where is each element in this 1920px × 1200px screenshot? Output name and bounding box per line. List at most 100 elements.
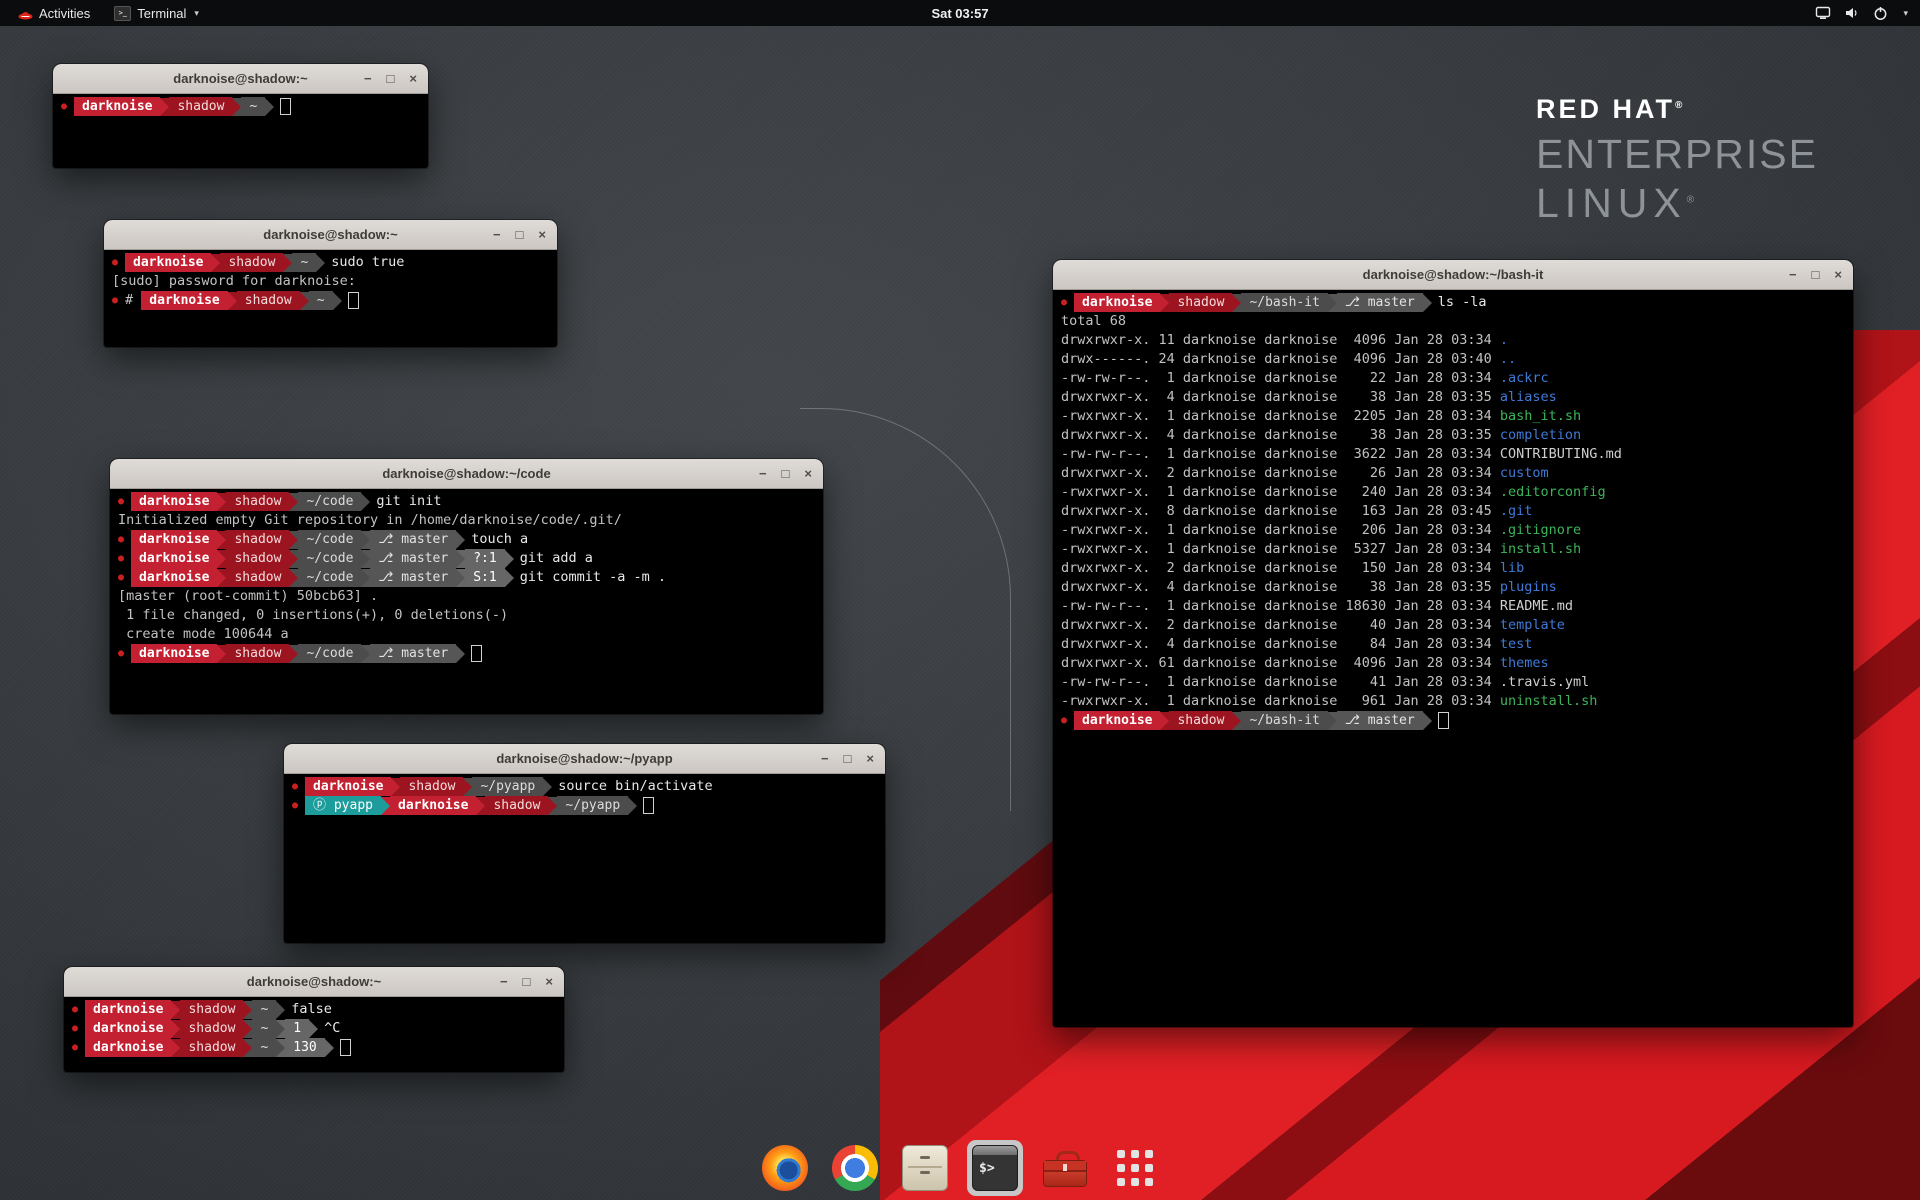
close-button[interactable]: × (545, 967, 553, 996)
prompt-segment-user: darknoise (125, 253, 211, 272)
window-titlebar[interactable]: darknoise@shadow:~/bash-it − □ × (1053, 260, 1853, 290)
redhat-prompt-icon: ● (1061, 711, 1067, 730)
dock-item-firefox[interactable] (757, 1140, 813, 1196)
prompt-segment-stat: 1 (285, 1019, 309, 1038)
powerline-arrow (1232, 712, 1241, 730)
ls-entry-meta: -rw-rw-r--. 1 darknoise darknoise 3622 J… (1061, 445, 1500, 464)
dock-item-files[interactable] (897, 1140, 953, 1196)
ls-entry-meta: drwxrwxr-x. 4 darknoise darknoise 38 Jan… (1061, 578, 1500, 597)
dock-item-terminal[interactable]: $> (967, 1140, 1023, 1196)
terminal-window: darknoise@shadow:~ − □ × ●darknoiseshado… (53, 64, 428, 168)
maximize-button[interactable]: □ (782, 459, 790, 488)
chevron-down-icon: ▾ (194, 8, 199, 19)
app-menu-terminal[interactable]: >_ Terminal ▾ (106, 0, 207, 26)
terminal-line: ●darknoiseshadow~1^C (72, 1019, 556, 1038)
prompt-segment-user: darknoise (85, 1019, 171, 1038)
powerline-arrow (543, 778, 552, 796)
prompt-segment-user: darknoise (390, 796, 476, 815)
ls-entry-name: .ackrc (1500, 369, 1549, 388)
powerline-arrow (1232, 294, 1241, 312)
prompt-segment-host: shadow (180, 1019, 243, 1038)
powerline-arrow (456, 645, 465, 663)
powerline-arrow (463, 778, 472, 796)
prompt-segment-host: shadow (226, 549, 289, 568)
close-button[interactable]: × (409, 64, 417, 93)
ls-entry-meta: drwxrwxr-x. 2 darknoise darknoise 150 Ja… (1061, 559, 1500, 578)
terminal-content[interactable]: ●darknoiseshadow~/pyappsource bin/activa… (284, 774, 885, 943)
maximize-button[interactable]: □ (516, 220, 524, 249)
output-text: total 68 (1061, 312, 1126, 331)
powerline-arrow (1423, 712, 1432, 730)
redhat-prompt-icon: ● (72, 1000, 78, 1019)
command-text: git init (376, 492, 441, 511)
minimize-button[interactable]: − (364, 64, 372, 93)
powerline-arrow (309, 1020, 318, 1038)
redhat-logo-icon (18, 7, 33, 20)
ls-entry-name: . (1500, 331, 1508, 350)
close-button[interactable]: × (538, 220, 546, 249)
powerline-arrow (211, 254, 220, 272)
output-text: # (125, 291, 141, 310)
prompt-segment-git: ⎇ master (370, 530, 456, 549)
terminal-line: ●darknoiseshadow~/pyappsource bin/activa… (292, 777, 877, 796)
terminal-content[interactable]: ●darknoiseshadow~false●darknoiseshadow~1… (64, 997, 564, 1072)
ls-entry-name: custom (1500, 464, 1549, 483)
window-titlebar[interactable]: darknoise@shadow:~ − □ × (104, 220, 557, 250)
firefox-icon (762, 1145, 808, 1191)
minimize-button[interactable]: − (821, 744, 829, 773)
activities-button[interactable]: Activities (10, 0, 98, 26)
close-button[interactable]: × (804, 459, 812, 488)
window-title: darknoise@shadow:~/code (382, 466, 550, 481)
dock: $> (757, 1140, 1163, 1196)
ls-entry-name: aliases (1500, 388, 1557, 407)
maximize-button[interactable]: □ (523, 967, 531, 996)
terminal-line: drwxrwxr-x. 4 darknoise darknoise 38 Jan… (1061, 388, 1845, 407)
powerline-arrow (391, 778, 400, 796)
terminal-content[interactable]: ●darknoiseshadow~/codegit initInitialize… (110, 489, 823, 714)
prompt-segment-user: darknoise (1074, 293, 1160, 312)
powerline-arrow (361, 550, 370, 568)
maximize-button[interactable]: □ (387, 64, 395, 93)
close-button[interactable]: × (866, 744, 874, 773)
prompt-segment-stat: S:1 (465, 568, 504, 587)
close-button[interactable]: × (1834, 260, 1842, 289)
minimize-button[interactable]: − (493, 220, 501, 249)
prompt-segment-host: shadow (226, 492, 289, 511)
terminal-line: -rwxrwxr-x. 1 darknoise darknoise 2205 J… (1061, 407, 1845, 426)
minimize-button[interactable]: − (500, 967, 508, 996)
prompt-segment-path: ~ (252, 1019, 276, 1038)
brand-line-linux: LINUX® (1536, 180, 1818, 227)
dock-item-toolbox[interactable] (1037, 1140, 1093, 1196)
window-titlebar[interactable]: darknoise@shadow:~/pyapp − □ × (284, 744, 885, 774)
terminal-window: darknoise@shadow:~ − □ × ● darknoise shado… (64, 967, 564, 1072)
terminal-line: ●darknoiseshadow~/bash-it⎇ masterls -la (1061, 293, 1845, 312)
dock-item-chrome[interactable] (827, 1140, 883, 1196)
terminal-content[interactable]: ●darknoiseshadow~sudo true[sudo] passwor… (104, 250, 557, 347)
ls-entry-meta: drwx------. 24 darknoise darknoise 4096 … (1061, 350, 1500, 369)
clock[interactable]: Sat 03:57 (931, 6, 988, 21)
terminal-content[interactable]: ●darknoiseshadow~/bash-it⎇ masterls -lat… (1053, 290, 1853, 1027)
minimize-button[interactable]: − (759, 459, 767, 488)
brand-line-redhat: RED HAT® (1536, 94, 1818, 125)
dock-item-app-grid[interactable] (1107, 1140, 1163, 1196)
window-titlebar[interactable]: darknoise@shadow:~ − □ × (53, 64, 428, 94)
maximize-button[interactable]: □ (1812, 260, 1820, 289)
terminal-content[interactable]: ●darknoiseshadow~ (53, 94, 428, 168)
ls-entry-meta: -rwxrwxr-x. 1 darknoise darknoise 206 Ja… (1061, 521, 1500, 540)
minimize-button[interactable]: − (1789, 260, 1797, 289)
prompt-segment-user: darknoise (131, 530, 217, 549)
powerline-arrow (243, 1001, 252, 1019)
terminal-icon: $> (972, 1145, 1018, 1191)
terminal-line: drwxrwxr-x. 61 darknoise darknoise 4096 … (1061, 654, 1845, 673)
powerline-arrow (160, 98, 169, 116)
terminal-line: ●darknoiseshadow~ (61, 97, 420, 116)
maximize-button[interactable]: □ (844, 744, 852, 773)
window-titlebar[interactable]: darknoise@shadow:~ − □ × (64, 967, 564, 997)
window-titlebar[interactable]: darknoise@shadow:~/code − □ × (110, 459, 823, 489)
prompt-segment-user: darknoise (85, 1038, 171, 1057)
redhat-prompt-icon: ● (292, 777, 298, 796)
system-status-area[interactable]: ▾ (1815, 6, 1920, 21)
terminal-line: Initialized empty Git repository in /hom… (118, 511, 815, 530)
terminal-line: drwxrwxr-x. 4 darknoise darknoise 84 Jan… (1061, 635, 1845, 654)
prompt-segment-stat: 130 (285, 1038, 324, 1057)
